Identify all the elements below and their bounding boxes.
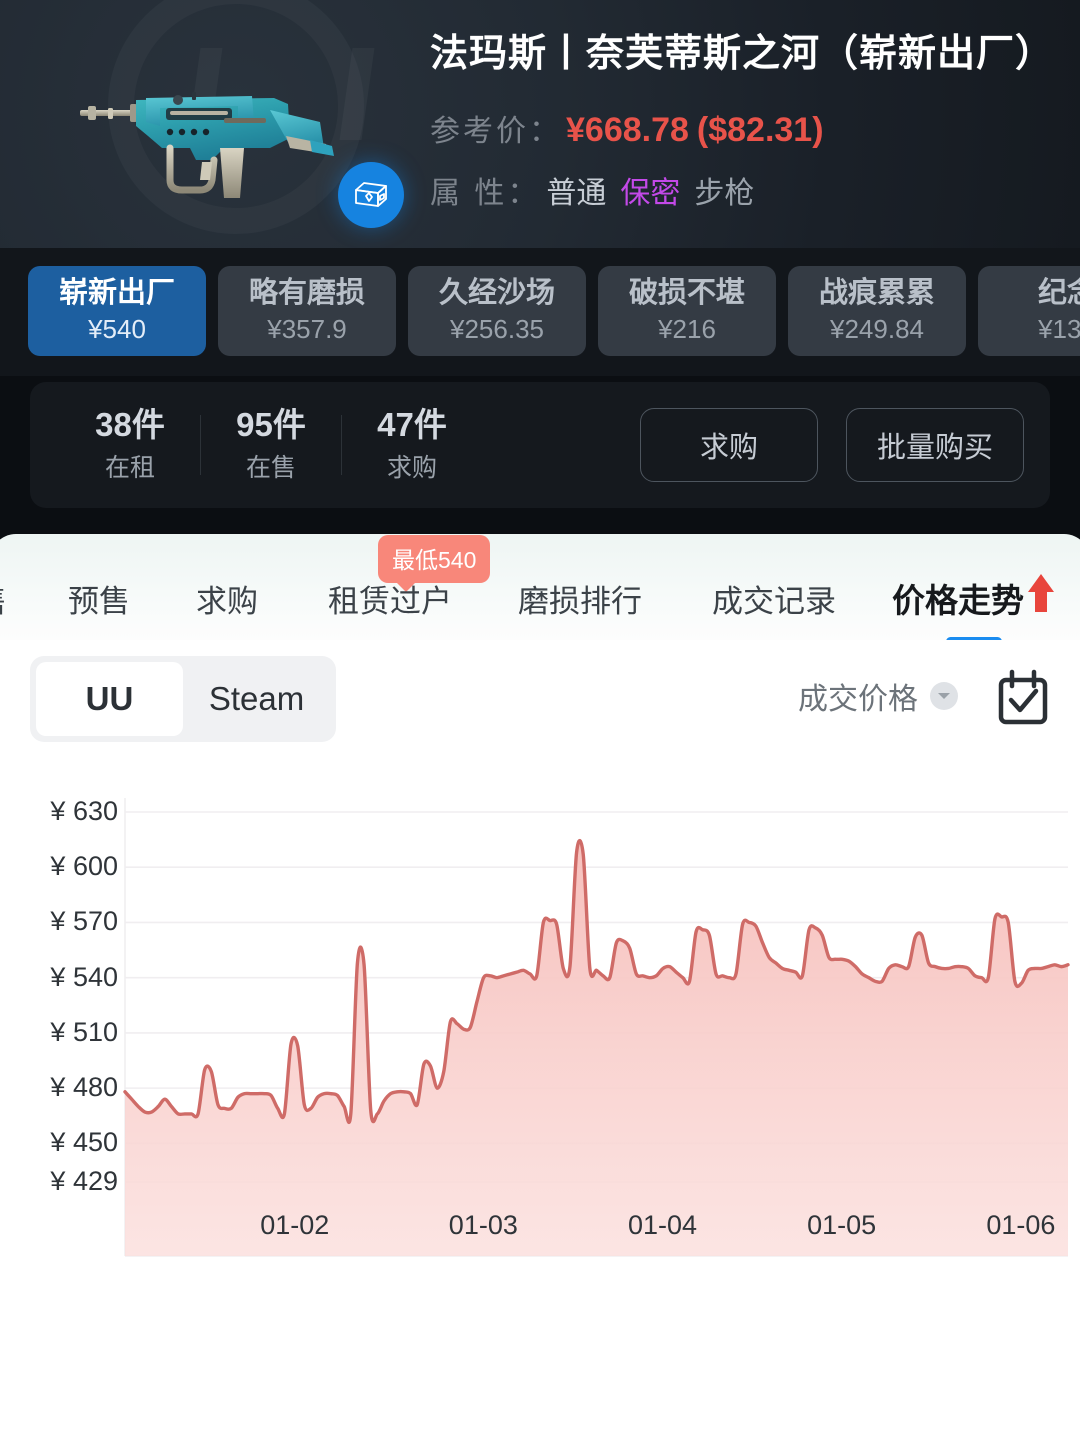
wear-tab-name: 久经沙场 — [438, 276, 555, 309]
tab-2[interactable]: 求购 — [196, 576, 258, 621]
y-axis-tick-label: ¥ 630 — [50, 796, 118, 826]
attributes-label: 属 性： — [430, 176, 541, 210]
tab-0[interactable]: 售 — [0, 576, 7, 621]
x-axis-tick-label: 01-04 — [627, 1210, 698, 1240]
source-option-uu[interactable]: UU — [36, 662, 183, 736]
wear-tab-name: 破损不堪 — [628, 276, 745, 309]
crate-icon[interactable] — [338, 162, 404, 228]
reference-price-label: 参考价： — [430, 114, 562, 148]
stat-buyrequest-label: 求购 — [386, 453, 437, 482]
market-stats-card: 38件 在租 95件 在售 47件 求购 求购 批量购买 — [30, 382, 1050, 508]
wear-tab-1[interactable]: 略有磨损 ¥357.9 — [218, 266, 396, 356]
wear-tab-3[interactable]: 破损不堪 ¥216 — [598, 266, 776, 356]
bulk-buy-button[interactable]: 批量购买 — [846, 408, 1024, 482]
page-title: 法玛斯丨奈芙蒂斯之河（崭新出厂） — [430, 33, 1055, 75]
price-type-filter[interactable]: 成交价格 — [798, 674, 958, 718]
wear-tab-4[interactable]: 战痕累累 ¥249.84 — [788, 266, 966, 356]
item-info: 法玛斯丨奈芙蒂斯之河（崭新出厂） 参考价： ¥668.78 ($82.31) 属 性… — [430, 33, 1062, 212]
tab-5[interactable]: 成交记录 — [712, 576, 836, 621]
wear-tab-price: ¥249.84 — [830, 314, 924, 345]
chevron-down-icon[interactable] — [930, 682, 958, 710]
tab-label: 售 — [0, 584, 7, 619]
chart-area-fill — [125, 840, 1068, 1256]
section-tabs-sheet: 最低540 售预售求购租赁过户磨损排行成交记录价格走势 — [0, 534, 1080, 646]
reference-price-usd: ($82.31) — [696, 110, 824, 149]
stat-buyrequest[interactable]: 47件 求购 — [342, 406, 482, 484]
y-axis-tick-label: ¥ 480 — [50, 1072, 118, 1103]
y-axis-tick-label: ¥ 540 — [50, 961, 118, 992]
section-tabs: 最低540 售预售求购租赁过户磨损排行成交记录价格走势 — [0, 524, 1080, 646]
stats-action-buttons: 求购 批量购买 — [640, 408, 1024, 482]
market-source-toggle[interactable]: UU Steam — [30, 656, 336, 742]
wear-tab-price: ¥139 — [1038, 314, 1080, 345]
famas-rifle-image — [74, 56, 364, 216]
tab-label: 成交记录 — [712, 583, 836, 619]
reference-price-cny: ¥668.78 — [566, 110, 689, 149]
wear-tab-price: ¥540 — [88, 314, 146, 345]
buy-request-button[interactable]: 求购 — [640, 408, 818, 482]
price-chart-plot[interactable]: ¥ 429 ¥ 450 ¥ 480 ¥ 510 ¥ 540 ¥ 570 ¥ 600 ¥ 630… — [0, 790, 1080, 1340]
wear-tab-name: 略有磨损 — [248, 276, 365, 309]
attribute-rarity: 保密 — [620, 176, 681, 210]
stat-rent[interactable]: 38件 在租 — [60, 406, 200, 484]
wear-tab-name: 纪念 — [1037, 276, 1080, 309]
attribute-quality: 普通 — [546, 176, 607, 210]
tab-label: 价格走势 — [892, 582, 1024, 619]
attribute-type: 步枪 — [694, 176, 755, 210]
tab-1[interactable]: 预售 — [68, 576, 130, 621]
stat-onsale-label: 在售 — [245, 453, 296, 482]
price-chart-svg[interactable] — [0, 790, 1080, 1340]
y-axis-tick-label: ¥ 600 — [50, 851, 118, 882]
price-trend-page: 法玛斯丨奈芙蒂斯之河（崭新出厂） 参考价： ¥668.78 ($82.31) 属 性… — [0, 0, 1080, 1440]
wear-tab-name: 崭新出厂 — [58, 276, 175, 309]
wear-tab-name: 战痕累累 — [818, 276, 935, 309]
calendar-check-icon[interactable] — [990, 666, 1056, 732]
item-header: 法玛斯丨奈芙蒂斯之河（崭新出厂） 参考价： ¥668.78 ($82.31) 属 性… — [0, 0, 1080, 248]
y-axis-tick-label: ¥ 510 — [50, 1016, 118, 1047]
tab-4[interactable]: 磨损排行 — [518, 576, 642, 621]
wear-tab-2[interactable]: 久经沙场 ¥256.35 — [408, 266, 586, 356]
y-axis-tick-label: ¥ 450 — [50, 1127, 118, 1158]
wear-tab-price: ¥256.35 — [450, 314, 544, 345]
y-axis-tick-label: ¥ 429 — [50, 1166, 118, 1196]
stat-onsale-count: 95件 — [236, 406, 306, 444]
source-option-steam[interactable]: Steam — [183, 662, 330, 736]
wear-tab-5[interactable]: 纪念 ¥139 — [978, 266, 1080, 356]
x-axis-tick-label: 01-03 — [448, 1210, 518, 1240]
tab-label: 租赁过户 — [328, 583, 452, 619]
wear-tab-price: ¥216 — [658, 314, 716, 345]
trend-up-arrow-icon — [1026, 572, 1056, 624]
x-axis-tick-label: 01-06 — [986, 1210, 1056, 1240]
tab-label: 磨损排行 — [518, 583, 642, 619]
x-axis-tick-label: 01-05 — [807, 1210, 877, 1240]
wear-condition-tabs[interactable]: 崭新出厂 ¥540 略有磨损 ¥357.9 久经沙场 ¥256.35 破损不堪 ¥216 战痕累… — [0, 248, 1080, 376]
tab-label: 预售 — [68, 583, 130, 619]
tab-label: 求购 — [196, 583, 258, 619]
x-axis-tick-label: 01-02 — [260, 1210, 330, 1240]
wear-tab-0[interactable]: 崭新出厂 ¥540 — [28, 266, 206, 356]
stat-rent-count: 38件 — [95, 406, 165, 444]
tab-3[interactable]: 租赁过户 — [328, 576, 452, 621]
stat-onsale[interactable]: 95件 在售 — [201, 406, 341, 484]
stat-rent-label: 在租 — [104, 453, 155, 482]
tab-6-active[interactable]: 价格走势 — [892, 572, 1056, 646]
wear-tab-price: ¥357.9 — [267, 314, 347, 345]
price-trend-chart-section: UU Steam 成交价格 ¥ 429 ¥ 450 ¥ 480 ¥ 510 ¥ … — [0, 640, 1080, 1340]
market-stats-section: 38件 在租 95件 在售 47件 求购 求购 批量购买 — [0, 376, 1080, 524]
reference-price-row: 参考价： ¥668.78 ($82.31) — [430, 106, 1062, 150]
attributes-row: 属 性： 普通 保密 步枪 — [430, 168, 1062, 212]
price-type-filter-label: 成交价格 — [798, 683, 918, 716]
y-axis-tick-label: ¥ 570 — [50, 906, 118, 937]
stat-buyrequest-count: 47件 — [377, 406, 447, 444]
